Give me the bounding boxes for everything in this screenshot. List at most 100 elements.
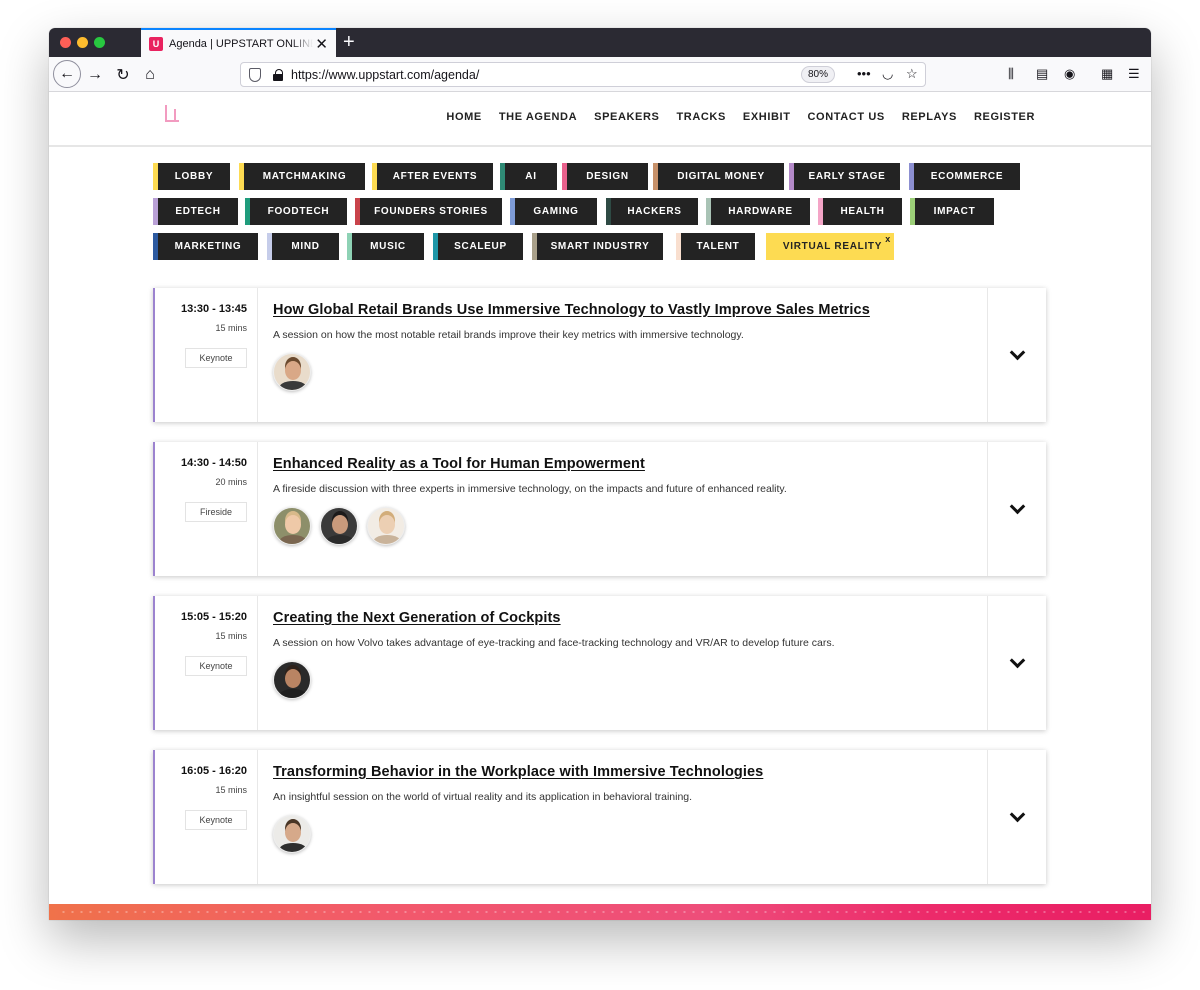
session-time: 14:30 - 14:50 xyxy=(180,457,247,469)
nav-replays[interactable]: REPLAYS xyxy=(902,111,957,123)
browser-tab[interactable]: U Agenda | UPPSTART ONLINE 20 ✕ xyxy=(141,28,336,57)
bookmark-star-icon[interactable]: ☆ xyxy=(906,66,918,82)
filter-after-events[interactable]: AFTER EVENTS xyxy=(372,163,493,190)
session-type-badge: Fireside xyxy=(185,502,247,522)
lock-icon[interactable] xyxy=(273,69,283,81)
filter-hackers[interactable]: HACKERS xyxy=(606,198,698,225)
filter-label: EARLY STAGE xyxy=(808,171,886,182)
speaker-avatar[interactable] xyxy=(320,507,358,545)
filter-label: HARDWARE xyxy=(728,206,793,217)
filter-ai[interactable]: AI xyxy=(500,163,557,190)
filter-ecommerce[interactable]: ECOMMERCE xyxy=(909,163,1020,190)
back-arrow-icon[interactable]: ← xyxy=(53,60,81,88)
session-title-link[interactable]: Creating the Next Generation of Cockpits xyxy=(273,610,973,626)
expand-session-button[interactable] xyxy=(987,288,1046,422)
expand-session-button[interactable] xyxy=(987,596,1046,730)
filter-label: DIGITAL MONEY xyxy=(677,171,765,182)
expand-session-button[interactable] xyxy=(987,442,1046,576)
speaker-avatars xyxy=(273,353,973,391)
extensions-icon[interactable]: ▦ xyxy=(1101,66,1113,82)
navigation-bar: ← → ↻ ⌂ https://www.uppstart.com/agenda/… xyxy=(49,57,1151,92)
site-nav: HOME THE AGENDA SPEAKERS TRACKS EXHIBIT … xyxy=(446,111,1035,123)
close-tab-icon[interactable]: ✕ xyxy=(315,35,328,53)
filter-hardware[interactable]: HARDWARE xyxy=(706,198,810,225)
menu-icon[interactable]: ☰ xyxy=(1128,66,1140,82)
filter-early-stage[interactable]: EARLY STAGE xyxy=(789,163,900,190)
zoom-level-button[interactable]: 80% xyxy=(801,66,836,83)
tracking-protection-shield-icon[interactable] xyxy=(249,68,261,82)
filter-design[interactable]: DESIGN xyxy=(562,163,648,190)
account-icon[interactable]: ◉ xyxy=(1064,66,1075,82)
speaker-avatar[interactable] xyxy=(273,353,311,391)
filter-label: DESIGN xyxy=(586,171,629,182)
expand-session-button[interactable] xyxy=(987,750,1046,884)
speaker-avatar[interactable] xyxy=(273,507,311,545)
remove-filter-icon[interactable]: x xyxy=(885,234,891,244)
minimize-window-button[interactable] xyxy=(77,37,88,48)
filter-label: MARKETING xyxy=(174,241,242,252)
filter-label: MUSIC xyxy=(370,241,406,252)
nav-contact-us[interactable]: CONTACT US xyxy=(808,111,885,123)
library-icon[interactable]: ⫼ xyxy=(1008,66,1014,82)
pocket-icon[interactable]: ◡ xyxy=(882,66,893,82)
filter-smart-industry[interactable]: SMART INDUSTRY xyxy=(532,233,663,260)
filter-marketing[interactable]: MARKETING xyxy=(153,233,258,260)
url-text[interactable]: https://www.uppstart.com/agenda/ xyxy=(291,68,479,82)
filter-label: HACKERS xyxy=(627,206,682,217)
filter-edtech[interactable]: EDTECH xyxy=(153,198,238,225)
session-title-link[interactable]: How Global Retail Brands Use Immersive T… xyxy=(273,302,973,318)
filter-impact[interactable]: IMPACT xyxy=(910,198,994,225)
filter-lobby[interactable]: LOBBY xyxy=(153,163,230,190)
session-title-link[interactable]: Transforming Behavior in the Workplace w… xyxy=(273,764,973,780)
nav-exhibit[interactable]: EXHIBIT xyxy=(743,111,791,123)
url-bar[interactable]: https://www.uppstart.com/agenda/ 80% •••… xyxy=(240,62,926,87)
session-time: 13:30 - 13:45 xyxy=(180,303,247,315)
sidebar-icon[interactable]: ▤ xyxy=(1036,66,1048,82)
session-description: A session on how the most notable retail… xyxy=(273,329,744,341)
close-window-button[interactable] xyxy=(60,37,71,48)
chevron-down-icon xyxy=(1009,806,1025,822)
filter-label: SMART INDUSTRY xyxy=(550,241,650,252)
session-duration: 15 mins xyxy=(215,323,247,333)
filter-talent[interactable]: TALENT xyxy=(676,233,755,260)
session-duration: 15 mins xyxy=(215,785,247,795)
session-time-column: 15:05 - 15:20 15 mins Keynote xyxy=(155,596,258,730)
uppstart-logo[interactable] xyxy=(162,105,184,129)
filter-label: LOBBY xyxy=(174,171,214,182)
speaker-avatar[interactable] xyxy=(273,815,311,853)
chevron-down-icon xyxy=(1009,652,1025,668)
page-actions-icon[interactable]: ••• xyxy=(857,66,871,81)
filter-scaleup[interactable]: SCALEUP xyxy=(433,233,523,260)
nav-register[interactable]: REGISTER xyxy=(974,111,1035,123)
filter-label: SCALEUP xyxy=(454,241,507,252)
session-title-link[interactable]: Enhanced Reality as a Tool for Human Emp… xyxy=(273,456,973,472)
filter-digital-money[interactable]: DIGITAL MONEY xyxy=(653,163,784,190)
filter-gaming[interactable]: GAMING xyxy=(510,198,597,225)
filter-matchmaking[interactable]: MATCHMAKING xyxy=(239,163,365,190)
reload-icon[interactable]: ↻ xyxy=(111,63,135,87)
filter-label: TALENT xyxy=(696,241,740,252)
filter-label: FOODTECH xyxy=(267,206,330,217)
new-tab-icon[interactable]: + xyxy=(343,31,355,54)
site-favicon-icon: U xyxy=(149,36,163,51)
zoom-window-button[interactable] xyxy=(94,37,105,48)
filter-label: AFTER EVENTS xyxy=(392,171,478,182)
filter-virtual-reality[interactable]: VIRTUAL REALITY x xyxy=(766,233,894,260)
speaker-avatar[interactable] xyxy=(367,507,405,545)
session-description: A fireside discussion with three experts… xyxy=(273,483,787,495)
nav-tracks[interactable]: TRACKS xyxy=(676,111,725,123)
filter-mind[interactable]: MIND xyxy=(267,233,339,260)
filter-foodtech[interactable]: FOODTECH xyxy=(245,198,347,225)
nav-speakers[interactable]: SPEAKERS xyxy=(594,111,659,123)
filter-label: FOUNDERS STORIES xyxy=(374,206,488,217)
speaker-avatar[interactable] xyxy=(273,661,311,699)
nav-home[interactable]: HOME xyxy=(446,111,481,123)
filter-music[interactable]: MUSIC xyxy=(347,233,424,260)
filter-health[interactable]: HEALTH xyxy=(818,198,902,225)
forward-arrow-icon[interactable]: → xyxy=(83,63,107,87)
home-icon[interactable]: ⌂ xyxy=(138,63,162,87)
session-description: A session on how Volvo takes advantage o… xyxy=(273,637,835,649)
nav-the-agenda[interactable]: THE AGENDA xyxy=(499,111,577,123)
speaker-avatars xyxy=(273,661,973,699)
filter-founders-stories[interactable]: FOUNDERS STORIES xyxy=(355,198,502,225)
